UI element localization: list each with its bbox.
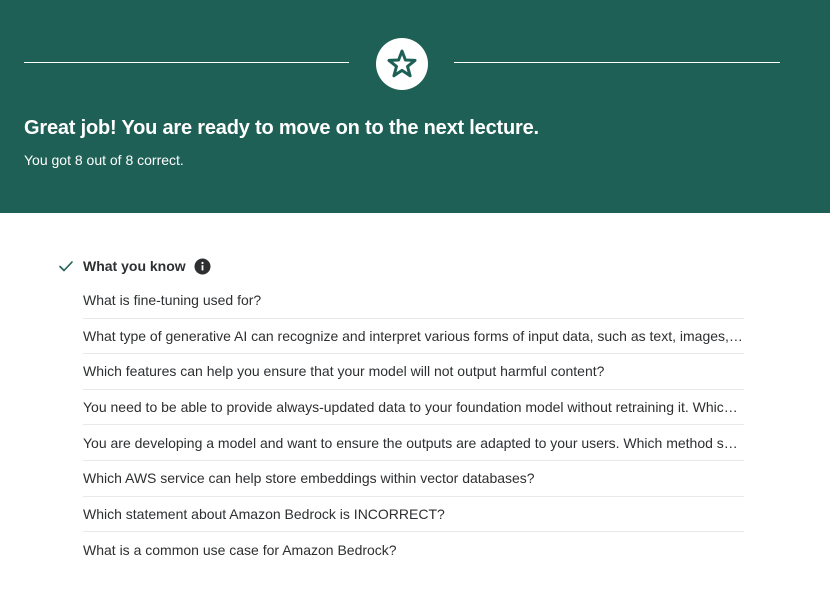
question-text: What type of generative AI can recognize… [83,327,744,344]
score-text: You got 8 out of 8 correct. [24,152,184,168]
question-item[interactable]: What is fine-tuning used for? [83,283,744,319]
check-icon [58,257,76,275]
star-icon [387,49,417,78]
result-headline: Great job! You are ready to move on to t… [24,117,539,139]
question-text: What is fine-tuning used for? [83,292,262,309]
question-item[interactable]: What type of generative AI can recognize… [83,319,744,355]
question-item[interactable]: What is a common use case for Amazon Bed… [83,532,744,568]
question-text: You need to be able to provide always-up… [83,399,744,416]
what-you-know-header: What you know [58,255,211,277]
star-badge [376,38,428,90]
question-item[interactable]: Which features can help you ensure that … [83,354,744,390]
question-text: Which statement about Amazon Bedrock is … [83,505,445,522]
question-item[interactable]: You are developing a model and want to e… [83,425,744,461]
question-item[interactable]: Which statement about Amazon Bedrock is … [83,497,744,533]
question-item[interactable]: You need to be able to provide always-up… [83,390,744,426]
question-text: What is a common use case for Amazon Bed… [83,541,397,558]
divider-right [454,62,780,63]
question-text: You are developing a model and want to e… [83,434,744,451]
result-banner: Great job! You are ready to move on to t… [0,0,830,213]
question-item[interactable]: Which AWS service can help store embeddi… [83,461,744,497]
question-text: Which AWS service can help store embeddi… [83,470,535,487]
question-list: What is fine-tuning used for? What type … [83,283,744,568]
info-icon[interactable] [194,258,211,275]
section-title: What you know [83,258,186,274]
question-text: Which features can help you ensure that … [83,363,605,380]
divider-left [24,62,349,63]
